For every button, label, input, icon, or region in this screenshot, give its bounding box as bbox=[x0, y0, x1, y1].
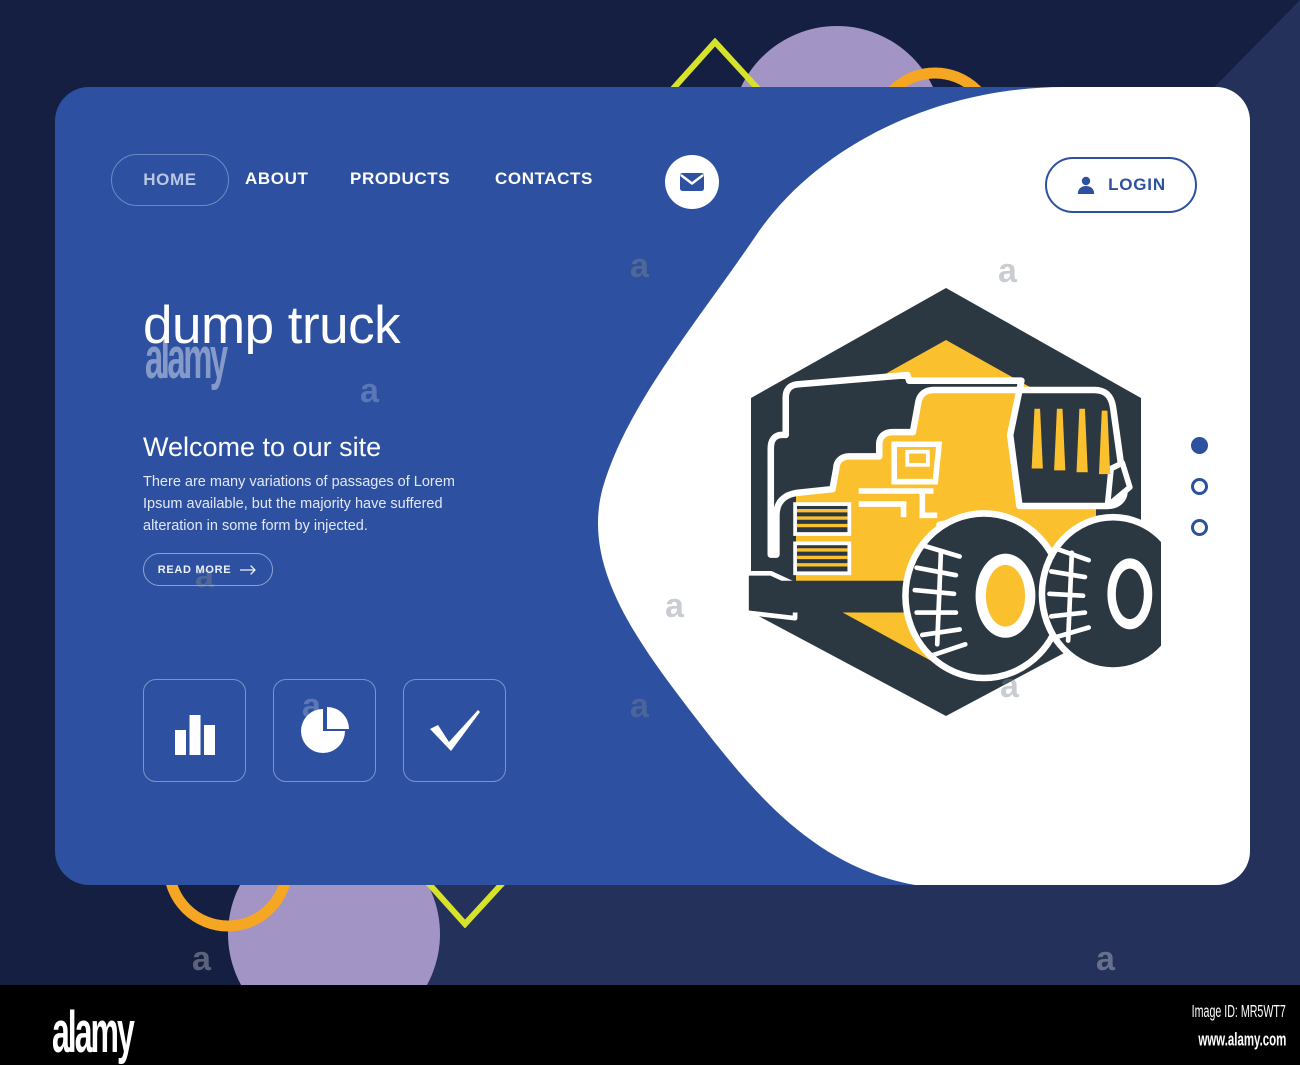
nav-item-products-label: PRODUCTS bbox=[350, 169, 451, 188]
nav-item-home[interactable]: HOME bbox=[111, 154, 229, 206]
carousel-dot-3[interactable] bbox=[1191, 519, 1208, 536]
nav-item-about-label: ABOUT bbox=[245, 169, 309, 188]
check-icon bbox=[429, 709, 480, 751]
nav-item-about[interactable]: ABOUT bbox=[245, 169, 308, 189]
carousel-dot-1[interactable] bbox=[1191, 437, 1208, 454]
hero-subtitle: Welcome to our site bbox=[143, 432, 382, 462]
read-more-label: READ MORE bbox=[157, 563, 232, 576]
hero-panel: a a a a a a a a HOME ABOUT PRODUCTS CONT… bbox=[55, 87, 1250, 885]
bar-chart-icon bbox=[174, 714, 215, 755]
feature-tile-bar-chart[interactable] bbox=[143, 679, 246, 782]
alamy-url-label: www.alamy.com bbox=[1197, 1028, 1286, 1050]
nav-item-contacts[interactable]: CONTACTS bbox=[495, 169, 593, 189]
image-id-label: Image ID: MR5WT7 bbox=[1191, 1001, 1286, 1022]
nav-item-products[interactable]: PRODUCTS bbox=[350, 169, 450, 189]
pie-chart-icon bbox=[300, 706, 349, 753]
page-title: dump truck bbox=[143, 296, 401, 355]
login-button-label: LOGIN bbox=[1108, 175, 1166, 194]
login-button[interactable]: LOGIN bbox=[1045, 157, 1197, 213]
read-more-button[interactable]: READ MORE bbox=[143, 553, 273, 586]
user-icon bbox=[1077, 176, 1095, 194]
carousel-dots bbox=[1191, 437, 1208, 536]
screenshot-root: a a a a a a a a a a HOME ABOUT PRODUCTS … bbox=[0, 0, 1300, 1065]
arrow-right-icon bbox=[240, 564, 256, 575]
nav-item-contacts-label: CONTACTS bbox=[495, 169, 593, 188]
feature-tile-pie-chart[interactable] bbox=[273, 679, 376, 782]
mail-button[interactable] bbox=[665, 155, 719, 209]
decorative-chevron-top bbox=[668, 38, 763, 94]
feature-tiles bbox=[143, 679, 506, 782]
feature-tile-check[interactable] bbox=[403, 679, 506, 782]
hero-paragraph: There are many variations of passages of… bbox=[143, 474, 455, 534]
dump-truck-illustration bbox=[744, 288, 1161, 716]
envelope-icon bbox=[680, 173, 704, 191]
nav-item-home-label: HOME bbox=[143, 170, 197, 189]
alamy-logo: alamy bbox=[52, 1001, 135, 1065]
carousel-dot-2[interactable] bbox=[1191, 478, 1208, 495]
stock-footer-bar: alamy Image ID: MR5WT7 www.alamy.com bbox=[0, 985, 1300, 1065]
main-navigation: HOME ABOUT PRODUCTS CONTACTS LOGIN bbox=[55, 87, 1250, 257]
